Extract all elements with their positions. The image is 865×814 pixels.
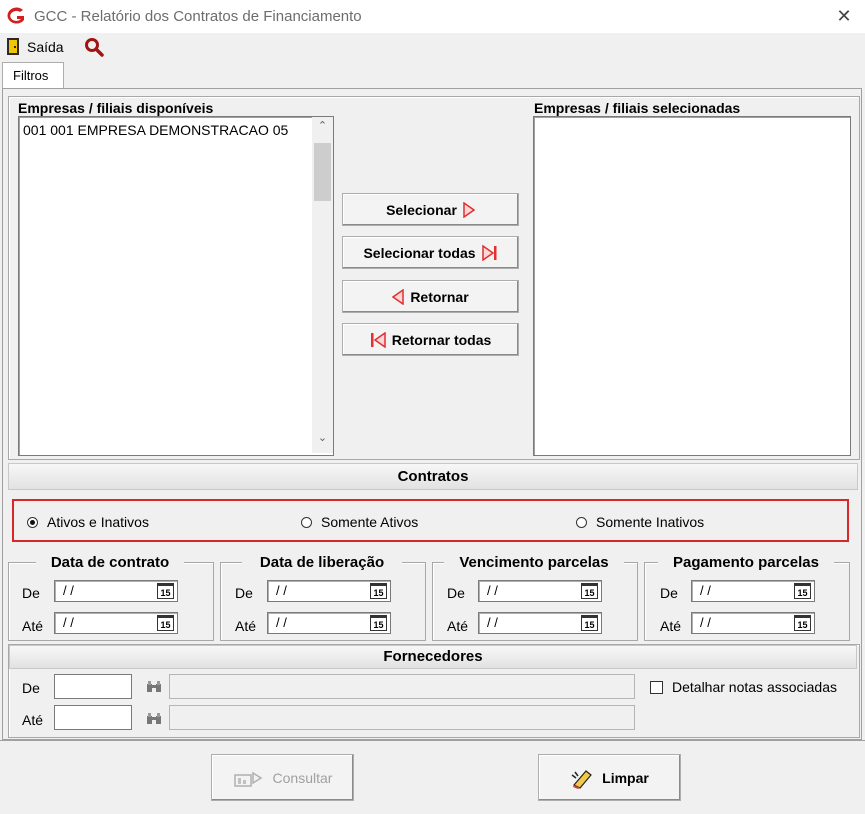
eraser-icon (571, 769, 593, 789)
radio-button[interactable] (27, 516, 38, 528)
selected-companies-list[interactable] (533, 116, 851, 456)
footer-separator (0, 740, 865, 741)
return-all-button-label: Retornar todas (391, 331, 492, 348)
return-button[interactable]: Retornar (342, 280, 519, 313)
tab-filtros-label: Filtros (13, 68, 49, 83)
calendar-icon[interactable]: 15 (157, 583, 174, 599)
radio-label: Somente Inativos (596, 514, 705, 530)
scrollbar-thumb[interactable] (314, 143, 331, 201)
date-group-title: Vencimento parcelas (444, 554, 624, 571)
date-from-label: De (660, 585, 678, 601)
date-group-title: Data de contrato (36, 554, 184, 571)
radio-button[interactable] (576, 516, 587, 528)
detail-notes-checkbox[interactable] (650, 680, 663, 694)
return-all-button[interactable]: Retornar todas (342, 323, 519, 356)
calendar-icon[interactable]: 15 (581, 583, 598, 599)
return-button-label: Retornar (410, 288, 469, 305)
select-button-label: Selecionar (386, 201, 457, 218)
detail-notes-checkbox-row[interactable]: Detalhar notas associadas (650, 679, 837, 695)
calendar-icon[interactable]: 15 (370, 583, 387, 599)
report-arrow-icon (233, 771, 262, 787)
calendar-icon[interactable]: 15 (157, 615, 174, 631)
tab-filtros[interactable]: Filtros (2, 62, 64, 89)
consult-button[interactable]: Consultar (211, 754, 354, 801)
binoculars-icon[interactable] (146, 713, 162, 725)
detail-notes-label: Detalhar notas associadas (672, 679, 837, 695)
exit-door-icon[interactable] (6, 37, 20, 56)
window-title: GCC - Relatório dos Contratos de Financi… (34, 8, 362, 25)
list-item[interactable]: 001 001 EMPRESA DEMONSTRACAO 05 (23, 122, 288, 138)
calendar-icon[interactable]: 15 (794, 583, 811, 599)
radio-somente-inativos[interactable]: Somente Inativos (576, 514, 704, 530)
date-to-label: Até (447, 618, 469, 634)
select-all-button[interactable]: Selecionar todas (342, 236, 519, 269)
supplier-to-label: Até (22, 712, 44, 728)
calendar-icon[interactable]: 15 (794, 615, 811, 631)
supplier-from-input[interactable] (54, 674, 132, 699)
close-button[interactable]: ✕ (827, 2, 861, 30)
date-to-label: Até (660, 618, 682, 634)
clear-button[interactable]: Limpar (538, 754, 681, 801)
calendar-icon[interactable]: 15 (581, 615, 598, 631)
available-companies-list[interactable]: 001 001 EMPRESA DEMONSTRACAO 05 ⌃ ⌄ (18, 116, 334, 456)
contracts-header: Contratos (8, 463, 858, 490)
select-button[interactable]: Selecionar (342, 193, 519, 226)
radio-ativos-inativos[interactable]: Ativos e Inativos (27, 514, 149, 530)
list-scrollbar[interactable]: ⌃ ⌄ (312, 117, 333, 453)
supplier-from-label: De (22, 680, 40, 696)
select-all-button-label: Selecionar todas (363, 244, 476, 261)
selected-companies-label: Empresas / filiais selecionadas (534, 100, 741, 116)
supplier-to-input[interactable] (54, 705, 132, 730)
suppliers-header: Fornecedores (9, 645, 857, 669)
radio-label: Somente Ativos (321, 514, 419, 530)
app-logo-icon (7, 7, 24, 24)
search-icon[interactable] (84, 37, 104, 57)
date-to-label: Até (235, 618, 257, 634)
radio-somente-ativos[interactable]: Somente Ativos (301, 514, 418, 530)
radio-label: Ativos e Inativos (47, 514, 149, 530)
scroll-down-icon[interactable]: ⌄ (312, 431, 333, 451)
arrow-left-end-icon (370, 331, 386, 348)
date-from-label: De (22, 585, 40, 601)
supplier-from-name (169, 674, 635, 699)
binoculars-icon[interactable] (146, 681, 162, 693)
clear-button-label: Limpar (602, 769, 649, 786)
scroll-up-icon[interactable]: ⌃ (312, 119, 333, 139)
date-group-title: Data de liberação (242, 554, 402, 571)
arrow-right-end-icon (481, 244, 497, 261)
consult-button-label: Consultar (272, 769, 333, 786)
radio-button[interactable] (301, 516, 312, 528)
arrow-left-icon (392, 288, 405, 305)
date-to-label: Até (22, 618, 44, 634)
date-from-label: De (235, 585, 253, 601)
supplier-to-name (169, 705, 635, 730)
arrow-right-icon (463, 201, 475, 218)
available-companies-label: Empresas / filiais disponíveis (18, 100, 214, 116)
exit-button[interactable]: Saída (27, 39, 64, 55)
calendar-icon[interactable]: 15 (370, 615, 387, 631)
date-group-title: Pagamento parcelas (658, 554, 834, 571)
date-from-label: De (447, 585, 465, 601)
